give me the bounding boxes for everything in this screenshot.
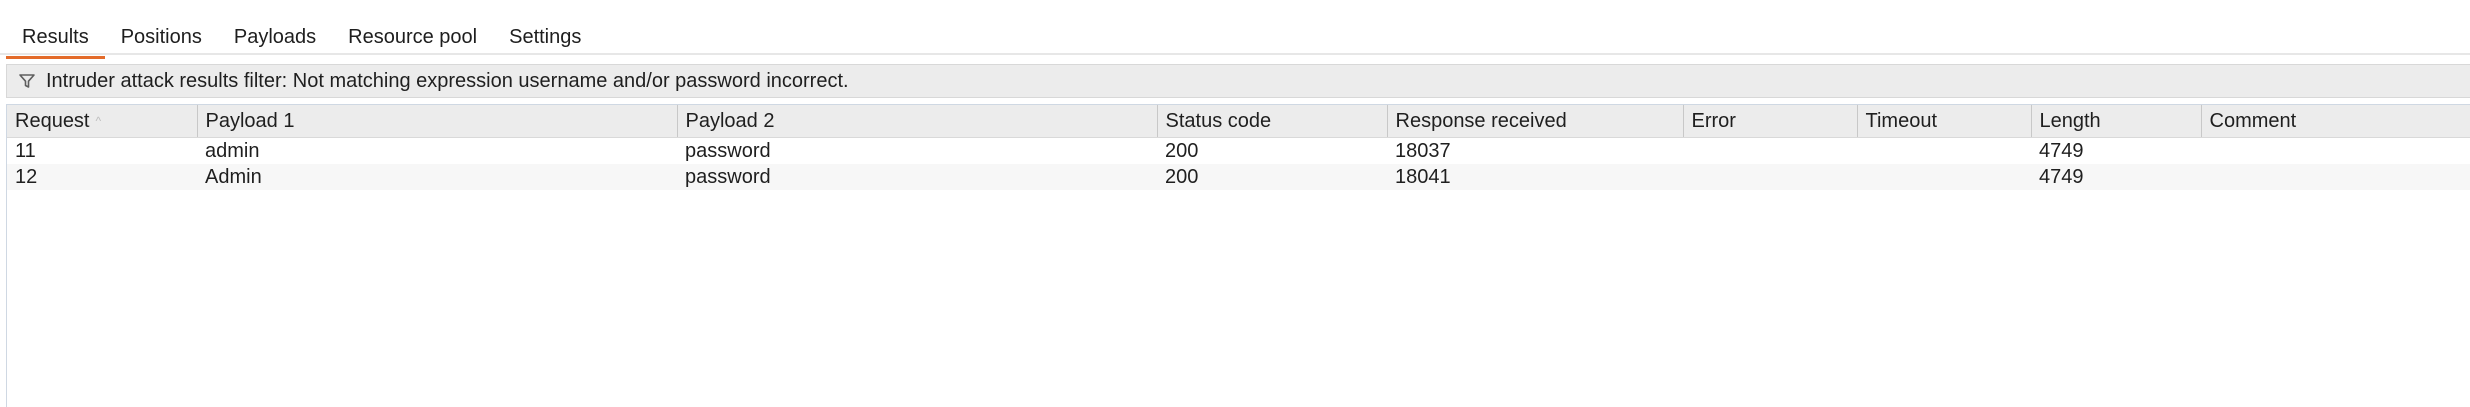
tab-resource-pool[interactable]: Resource pool: [332, 14, 493, 57]
status-code-cell: 200: [1157, 164, 1387, 190]
filter-text: Intruder attack results filter: Not matc…: [46, 69, 849, 92]
column-header-comment[interactable]: Comment: [2201, 105, 2470, 138]
payload-1-cell: admin: [197, 137, 677, 164]
status-code-cell: 200: [1157, 137, 1387, 164]
column-header-payload-2[interactable]: Payload 2: [677, 105, 1158, 138]
column-header-payload-1[interactable]: Payload 1: [197, 105, 678, 138]
response-received-cell: 18037: [1387, 137, 1683, 164]
filter-icon: [16, 70, 38, 92]
payload-2-cell: password: [677, 137, 1157, 164]
column-header-length[interactable]: Length: [2031, 105, 2202, 138]
table-header-row: Request ^ Payload 1 Payload 2 Status code…: [7, 105, 2470, 138]
table-row[interactable]: 11 admin password 200 18037 4749: [7, 137, 2470, 164]
tab-results[interactable]: Results: [6, 14, 105, 59]
timeout-cell: [1857, 164, 2031, 190]
payload-2-cell: password: [677, 164, 1157, 190]
error-cell: [1683, 137, 1857, 164]
comment-cell: [2201, 137, 2470, 164]
column-header-status-code[interactable]: Status code: [1157, 105, 1388, 138]
request-cell: 12: [7, 164, 197, 190]
comment-cell: [2201, 164, 2470, 190]
column-header-error[interactable]: Error: [1683, 105, 1858, 138]
tab-bar: Results Positions Payloads Resource pool…: [6, 14, 597, 59]
length-cell: 4749: [2031, 164, 2201, 190]
error-cell: [1683, 164, 1857, 190]
request-cell: 11: [7, 137, 197, 164]
results-filter-bar[interactable]: Intruder attack results filter: Not matc…: [6, 64, 2470, 98]
tab-divider: [0, 53, 2470, 55]
sort-ascending-icon: ^: [95, 113, 102, 128]
length-cell: 4749: [2031, 137, 2201, 164]
payload-1-cell: Admin: [197, 164, 677, 190]
column-header-request[interactable]: Request ^: [7, 105, 198, 138]
column-header-response-received[interactable]: Response received: [1387, 105, 1684, 138]
tab-payloads[interactable]: Payloads: [218, 14, 332, 57]
tab-positions[interactable]: Positions: [105, 14, 218, 57]
results-table: Request ^ Payload 1 Payload 2 Status code…: [7, 105, 2470, 190]
table-row[interactable]: 12 Admin password 200 18041 4749: [7, 164, 2470, 190]
results-table-container[interactable]: Request ^ Payload 1 Payload 2 Status code…: [6, 104, 2470, 407]
column-header-timeout[interactable]: Timeout: [1857, 105, 2032, 138]
timeout-cell: [1857, 137, 2031, 164]
tab-settings[interactable]: Settings: [493, 14, 597, 57]
response-received-cell: 18041: [1387, 164, 1683, 190]
